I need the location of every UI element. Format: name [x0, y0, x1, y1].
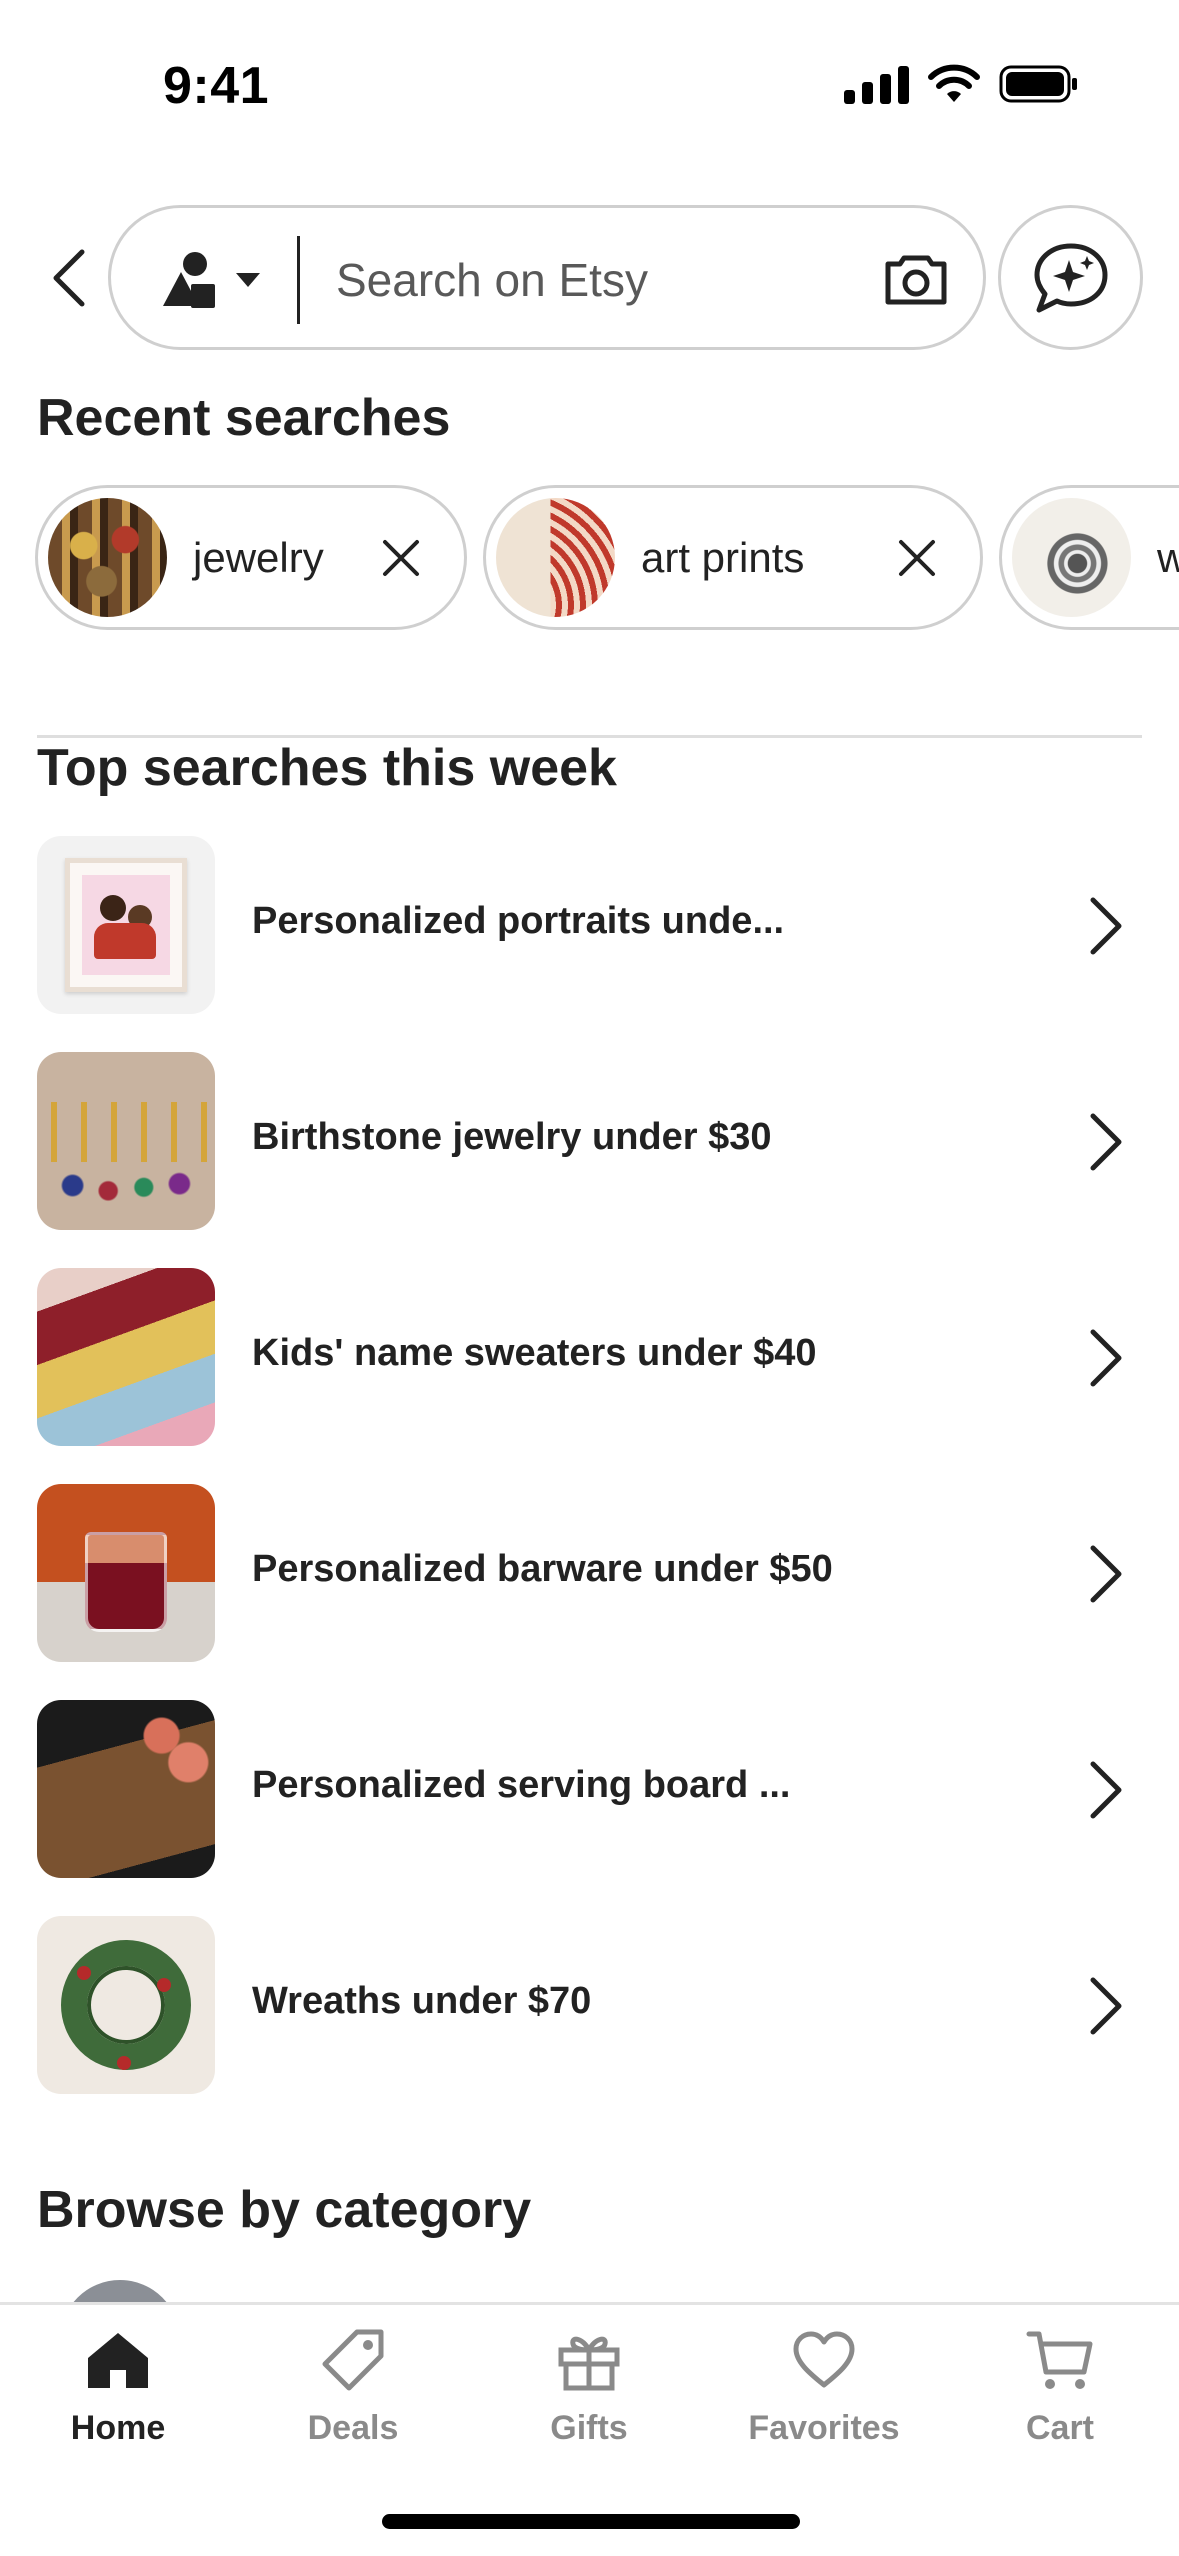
item-label: Wreaths under $70 [252, 1980, 592, 2022]
item-thumbnail [37, 1052, 215, 1230]
list-item[interactable]: Kids' name sweaters under $40 [0, 1268, 1179, 1448]
recent-chip-wa[interactable]: wa [999, 485, 1179, 630]
status-icons [844, 64, 1079, 104]
shapes-icon [163, 252, 215, 308]
chip-thumbnail [496, 498, 615, 617]
item-thumbnail [37, 836, 215, 1014]
chevron-right-icon [1080, 1326, 1130, 1390]
sparkle-chat-icon [1034, 243, 1107, 312]
tab-gifts[interactable]: Gifts [489, 2325, 689, 2475]
search-header [0, 205, 1179, 350]
tab-label: Home [70, 2409, 166, 2447]
chevron-right-icon [1080, 1758, 1130, 1822]
tab-label: Gifts [550, 2409, 628, 2447]
tab-label: Favorites [748, 2409, 900, 2447]
item-label: Personalized serving board ... [252, 1764, 791, 1806]
camera-search-button[interactable] [881, 250, 951, 310]
tab-label: Deals [307, 2409, 399, 2447]
item-thumbnail [37, 1916, 215, 2094]
list-item[interactable]: Personalized serving board ... [0, 1700, 1179, 1880]
tab-favorites[interactable]: Favorites [724, 2325, 924, 2475]
remove-recent-button[interactable] [892, 533, 942, 583]
item-label: Kids' name sweaters under $40 [252, 1332, 817, 1374]
search-input[interactable] [336, 238, 856, 322]
item-thumbnail [37, 1484, 215, 1662]
remove-recent-button[interactable] [376, 533, 426, 583]
cart-icon [1025, 2325, 1095, 2395]
recent-chip-jewelry[interactable]: jewelry [35, 485, 467, 630]
wifi-icon [928, 64, 980, 102]
chevron-right-icon [1080, 1110, 1130, 1174]
item-label: Birthstone jewelry under $30 [252, 1116, 772, 1158]
tab-deals[interactable]: Deals [253, 2325, 453, 2475]
chip-label: wa [1157, 534, 1179, 581]
heart-icon [789, 2325, 859, 2395]
status-time: 9:41 [163, 57, 270, 115]
browse-category-title: Browse by category [37, 2181, 532, 2239]
battery-icon [999, 65, 1077, 103]
tab-home[interactable]: Home [18, 2325, 218, 2475]
item-label: Personalized portraits unde... [252, 900, 785, 942]
item-label: Personalized barware under $50 [252, 1548, 833, 1590]
chevron-left-icon [53, 249, 85, 307]
chip-label: jewelry [193, 534, 324, 581]
item-thumbnail [37, 1268, 215, 1446]
home-icon [83, 2325, 153, 2395]
recent-searches-row: jewelry art prints wa [35, 485, 1179, 630]
ai-assistant-button[interactable] [998, 205, 1143, 350]
tab-cart[interactable]: Cart [960, 2325, 1160, 2475]
list-item[interactable]: Wreaths under $70 [0, 1916, 1179, 2096]
caret-down-icon [236, 273, 260, 287]
chip-label: art prints [641, 534, 805, 581]
recent-chip-art-prints[interactable]: art prints [483, 485, 983, 630]
search-bar [108, 205, 986, 350]
tag-icon [318, 2325, 388, 2395]
list-item[interactable]: Personalized barware under $50 [0, 1484, 1179, 1664]
status-bar: 9:41 [0, 0, 1179, 170]
close-icon [899, 540, 935, 576]
list-item[interactable]: Personalized portraits unde... [0, 836, 1179, 1016]
list-item[interactable]: Birthstone jewelry under $30 [0, 1052, 1179, 1232]
cellular-signal-icon [844, 64, 909, 104]
top-searches-title: Top searches this week [37, 739, 617, 797]
chevron-right-icon [1080, 894, 1130, 958]
gift-icon [554, 2325, 624, 2395]
chip-thumbnail [48, 498, 167, 617]
chevron-right-icon [1080, 1542, 1130, 1606]
tab-label: Cart [1025, 2409, 1095, 2447]
item-thumbnail [37, 1700, 215, 1878]
close-icon [383, 540, 419, 576]
shape-picker-button[interactable] [161, 250, 271, 310]
chip-thumbnail [1012, 498, 1131, 617]
search-divider [297, 236, 300, 324]
back-button[interactable] [40, 243, 100, 313]
recent-searches-title: Recent searches [37, 389, 451, 447]
home-indicator [382, 2514, 800, 2529]
camera-icon [885, 255, 947, 305]
chevron-right-icon [1080, 1974, 1130, 2038]
